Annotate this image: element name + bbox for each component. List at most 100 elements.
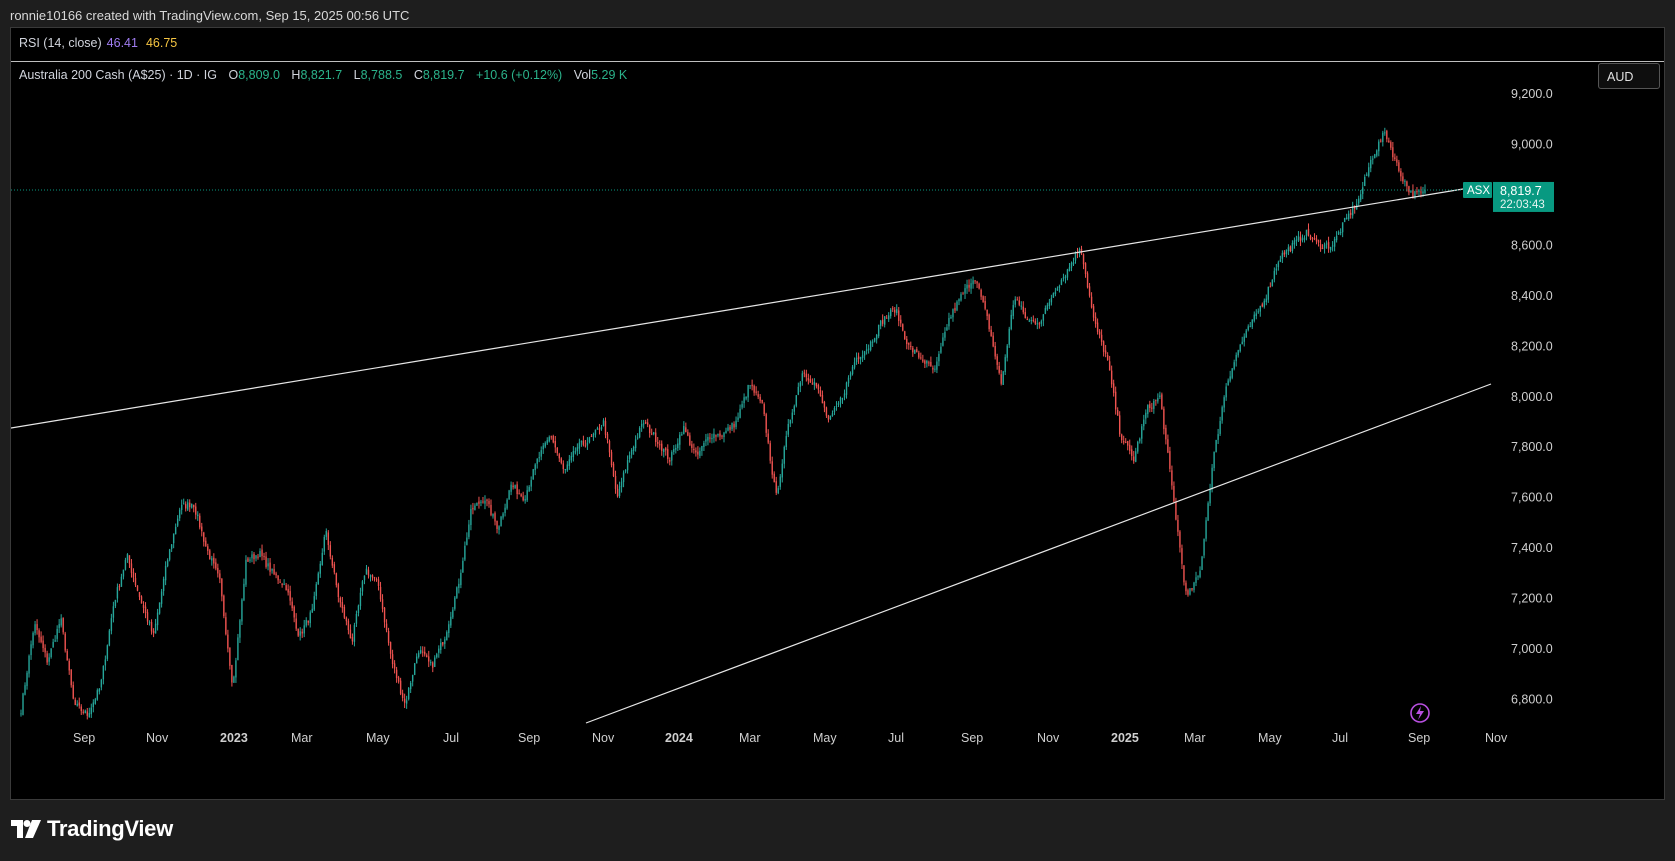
candle-body [1175, 501, 1177, 520]
candle-body [60, 618, 62, 626]
candle-body [560, 458, 563, 463]
candle-body [675, 447, 677, 450]
candle-body [1221, 407, 1223, 421]
candle-body [691, 444, 693, 448]
candle-body [199, 515, 201, 528]
candle-body [233, 676, 235, 683]
candle-body [875, 334, 878, 340]
last-price-value: 8,819.7 [1500, 184, 1542, 198]
candle-body [600, 427, 603, 430]
candle-body [1251, 319, 1253, 327]
candle-body [831, 413, 834, 417]
candle-body [440, 642, 442, 651]
candle-body [341, 602, 344, 609]
candle-body [464, 545, 466, 560]
candle-body [548, 437, 550, 442]
price-chart[interactable]: 9,200.0 9,000.0 8,600.0 8,400.0 8,200.0 8,000… [11, 28, 1666, 801]
candle-body [793, 406, 795, 412]
time-tick-label: Mar [291, 731, 313, 745]
candle-body [335, 573, 338, 586]
candle-body [215, 562, 217, 569]
candle-body [869, 341, 872, 350]
candle-body [269, 562, 271, 572]
candle-body [697, 451, 699, 455]
time-tick-label: Sep [73, 731, 95, 745]
candle-body [614, 476, 617, 489]
volume-value: 5.29 K [591, 68, 628, 82]
candle-body [556, 447, 558, 454]
candle-body [375, 579, 378, 581]
candle-body [315, 584, 317, 596]
candle-body [733, 423, 735, 428]
candle-body [1325, 243, 1328, 245]
candle-body [1384, 132, 1386, 134]
candle-body [112, 606, 115, 618]
candle-body [771, 461, 773, 475]
candle-body [1038, 323, 1041, 325]
candle-body [279, 581, 281, 583]
candle-body [1157, 398, 1159, 402]
candle-body [892, 308, 894, 310]
candle-body [657, 441, 659, 444]
candle-body [1064, 276, 1067, 278]
candle-body [1235, 354, 1237, 362]
candle-body [265, 556, 267, 567]
candle-body [731, 422, 733, 430]
chart-frame[interactable]: 9,200.0 9,000.0 8,600.0 8,400.0 8,200.0 8,000… [10, 27, 1665, 800]
candle-body [679, 434, 681, 445]
candle-body [1195, 577, 1197, 583]
candle-body [554, 440, 556, 448]
candle-body [767, 433, 769, 443]
rsi-legend[interactable]: RSI (14, close) 46.41 46.75 [19, 36, 177, 50]
candle-body [1030, 320, 1033, 322]
price-tick-label: 9,000.0 [1511, 137, 1553, 151]
candle-body [819, 390, 822, 396]
candle-body [355, 613, 358, 624]
candle-body [956, 301, 958, 311]
candle-body [415, 656, 418, 664]
candle-body [40, 636, 42, 642]
candle-body [235, 660, 237, 678]
candle-body [1171, 470, 1173, 486]
symbol-legend[interactable]: Australia 200 Cash (A$25) · 1D · IG O8,8… [19, 68, 627, 82]
rsi-pane[interactable]: RSI (14, close) 46.41 46.75 [11, 28, 1664, 62]
candle-body [890, 309, 892, 317]
candle-body [883, 316, 886, 325]
candle-body [373, 576, 376, 579]
time-tick-label: Nov [592, 731, 615, 745]
candle-body [1066, 269, 1069, 278]
candle-body [510, 484, 512, 492]
price-tick-label: 7,600.0 [1511, 491, 1553, 505]
symbol-name: Australia 200 Cash (A$25) · 1D · IG [19, 68, 217, 82]
candle-body [665, 448, 667, 451]
candle-body [1020, 305, 1022, 307]
candle-body [747, 384, 749, 398]
time-tick-label: 2023 [220, 731, 248, 745]
candle-body [992, 335, 994, 347]
candle-body [942, 337, 944, 346]
candle-body [152, 630, 155, 634]
candle-body [970, 283, 972, 289]
candle-body [564, 469, 567, 471]
candle-body [707, 436, 709, 441]
candle-body [80, 706, 82, 712]
time-tick-label: Sep [1408, 731, 1430, 745]
candle-body [351, 637, 354, 642]
currency-button[interactable]: AUD [1598, 63, 1660, 89]
candle-body [1307, 228, 1310, 236]
candle-body [1303, 237, 1306, 240]
candle-body [490, 504, 492, 515]
candle-body [1339, 232, 1342, 234]
candle-body [1040, 321, 1043, 324]
candle-body [1223, 397, 1225, 408]
candle-body [1249, 326, 1251, 328]
candle-body [1404, 180, 1406, 182]
candle-body [1275, 268, 1278, 271]
candle-body [1114, 391, 1117, 410]
rsi-label: RSI (14, close) [19, 36, 102, 50]
candle-body [500, 516, 502, 527]
candle-body [448, 624, 450, 633]
candle-body [1139, 438, 1141, 442]
candle-body [1082, 254, 1085, 265]
candle-body [1245, 330, 1247, 338]
